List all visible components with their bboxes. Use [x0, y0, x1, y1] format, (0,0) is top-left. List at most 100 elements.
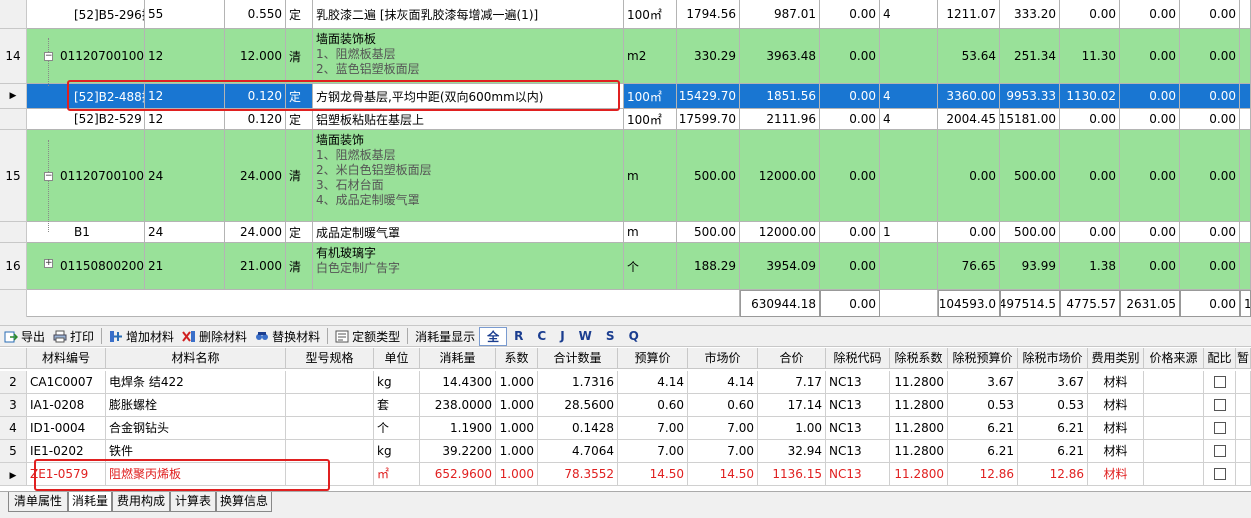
f3-cell: 0.00 — [938, 130, 1000, 222]
table-row[interactable]: 011508002001 21 21.000 清 有机玻璃字 白色定制广告字 个… — [27, 243, 1251, 290]
unit-price-cell: 188.29 — [677, 243, 740, 290]
row-header[interactable]: 14 — [0, 29, 27, 84]
row-header[interactable]: 16 — [0, 243, 27, 290]
filter-s-button[interactable]: S — [599, 329, 622, 343]
replace-material-button[interactable]: 替换材料 — [251, 326, 324, 346]
material-row[interactable]: 4 ID1-0004 合金钢钻头 个 1.1900 1.000 0.1428 7… — [0, 417, 1251, 440]
col-header[interactable]: 除税预算价 — [948, 348, 1018, 369]
col-header[interactable]: 配比 — [1204, 348, 1236, 369]
tab-calc-table[interactable]: 计算表 — [170, 492, 216, 512]
material-row[interactable]: 3 IA1-0208 膨胀螺栓 套 238.0000 1.000 28.5600… — [0, 394, 1251, 417]
material-market: 0.60 — [688, 394, 758, 417]
print-button[interactable]: 打印 — [49, 326, 98, 346]
col-header[interactable]: 型号规格 — [286, 348, 374, 369]
ratio-checkbox[interactable] — [1213, 421, 1226, 434]
col-header[interactable]: 价格来源 — [1144, 348, 1204, 369]
item-desc-line: 1、阻燃板基层 — [316, 148, 396, 162]
tab-cost-composition[interactable]: 费用构成 — [112, 492, 170, 512]
f2-cell — [880, 130, 938, 222]
col-header[interactable]: 消耗量 — [420, 348, 496, 369]
col-header[interactable]: 预算价 — [618, 348, 688, 369]
table-row[interactable]: B1 24 24.000 定 成品定制暖气罩 m 500.00 12000.00… — [27, 222, 1251, 243]
col-header[interactable]: 市场价 — [688, 348, 758, 369]
consume-display-label: 消耗量显示 — [415, 329, 476, 344]
tab-bill-properties[interactable]: 清单属性 — [8, 492, 68, 512]
quota-type-button[interactable]: 定额类型 — [331, 326, 404, 346]
summary-f3: 104593.0 — [938, 290, 1000, 317]
material-coef: 1.000 — [496, 463, 538, 486]
filter-q-button[interactable]: Q — [622, 329, 646, 343]
row-header[interactable]: 15 — [0, 130, 27, 222]
tree-collapse-icon[interactable]: − — [44, 52, 53, 61]
f8-cell — [1240, 29, 1251, 84]
row-header[interactable]: ▶ — [0, 84, 27, 109]
table-row[interactable]: 011207001002 12 12.000 清 墙面装饰板 1、阻燃板基层 2… — [27, 29, 1251, 84]
row-number: 5 — [0, 440, 27, 463]
export-button[interactable]: 导出 — [0, 326, 49, 346]
ratio-cell — [1204, 371, 1236, 394]
tree-expand-icon[interactable]: + — [44, 259, 53, 268]
name-cell: 铝塑板粘贴在基层上 — [313, 109, 624, 130]
row-header[interactable] — [0, 222, 27, 243]
row-header[interactable] — [0, 109, 27, 130]
app-window: [52]B5-296换 55 0.550 定 乳胶漆二遍 [抹灰面乳胶漆每增减一… — [0, 0, 1251, 518]
f4-cell: 251.34 — [1000, 29, 1060, 84]
tab-consumption[interactable]: 消耗量 — [68, 492, 112, 512]
filter-c-button[interactable]: C — [530, 329, 553, 343]
material-consume: 1.1900 — [420, 417, 496, 440]
col-header[interactable]: 除税系数 — [890, 348, 948, 369]
tab-conversion-info[interactable]: 换算信息 — [216, 492, 272, 512]
splitter[interactable] — [0, 317, 1251, 325]
col-header[interactable]: 暂 — [1236, 348, 1251, 369]
material-coef: 1.000 — [496, 371, 538, 394]
row-header[interactable] — [0, 0, 27, 29]
col-header[interactable]: 系数 — [496, 348, 538, 369]
table-row[interactable]: 011207001003 24 24.000 清 墙面装饰 1、阻燃板基层 2、… — [27, 130, 1251, 222]
f3-cell: 53.64 — [938, 29, 1000, 84]
table-row[interactable]: [52]B5-296换 55 0.550 定 乳胶漆二遍 [抹灰面乳胶漆每增减一… — [27, 0, 1251, 29]
material-spec — [286, 371, 374, 394]
summary-f6: 2631.05 — [1120, 290, 1180, 317]
ratio-checkbox[interactable] — [1213, 467, 1226, 480]
filter-j-button[interactable]: J — [553, 329, 571, 343]
table-row[interactable]: [52]B2-529 12 0.120 定 铝塑板粘贴在基层上 100㎡ 175… — [27, 109, 1251, 130]
qty-expr-cell: 55 — [145, 0, 225, 29]
tree-line — [48, 38, 49, 86]
col-header[interactable]: 材料编号 — [27, 348, 106, 369]
f2-cell: 4 — [880, 109, 938, 130]
material-row[interactable]: 2 CA1C0007 电焊条 结422 kg 14.4300 1.000 1.7… — [0, 371, 1251, 394]
name-cell: 墙面装饰板 1、阻燃板基层 2、蓝色铝塑板面层 — [313, 29, 624, 84]
type-cell: 定 — [286, 222, 313, 243]
filter-all-button[interactable]: 全 — [479, 326, 508, 346]
filter-r-button[interactable]: R — [507, 329, 530, 343]
code-cell: [52]B5-296换 — [27, 0, 145, 29]
f5-cell: 0.00 — [1060, 222, 1120, 243]
ratio-checkbox[interactable] — [1213, 375, 1226, 388]
col-header[interactable]: 材料名称 — [106, 348, 286, 369]
f2-cell — [880, 243, 938, 290]
f2-cell — [880, 29, 938, 84]
material-code: CA1C0007 — [27, 371, 106, 394]
ratio-checkbox[interactable] — [1213, 398, 1226, 411]
filter-w-button[interactable]: W — [572, 329, 599, 343]
col-header[interactable]: 单位 — [374, 348, 420, 369]
f7-cell: 0.00 — [1180, 84, 1240, 109]
f6-cell: 0.00 — [1120, 84, 1180, 109]
col-header[interactable]: 费用类别 — [1088, 348, 1144, 369]
material-unit: 个 — [374, 417, 420, 440]
qty-expr-cell: 21 — [145, 243, 225, 290]
add-material-button[interactable]: 增加材料 — [105, 326, 178, 346]
col-header[interactable]: 除税市场价 — [1018, 348, 1088, 369]
col-header[interactable]: 除税代码 — [826, 348, 890, 369]
type-cell: 清 — [286, 130, 313, 222]
col-header[interactable]: 合计数量 — [538, 348, 618, 369]
tree-collapse-icon[interactable]: − — [44, 172, 53, 181]
material-fee-type: 材料 — [1088, 394, 1144, 417]
material-toolbar: 导出 打印 增加材料 删除材料 替换材料 定额类型 消耗量显示 全 R C J … — [0, 325, 1251, 347]
delete-material-button[interactable]: 删除材料 — [178, 326, 251, 346]
material-fee-type: 材料 — [1088, 371, 1144, 394]
total-cell: 3963.48 — [740, 29, 820, 84]
ratio-checkbox[interactable] — [1213, 444, 1226, 457]
col-header[interactable]: 合价 — [758, 348, 826, 369]
qty-cell: 24.000 — [225, 130, 286, 222]
